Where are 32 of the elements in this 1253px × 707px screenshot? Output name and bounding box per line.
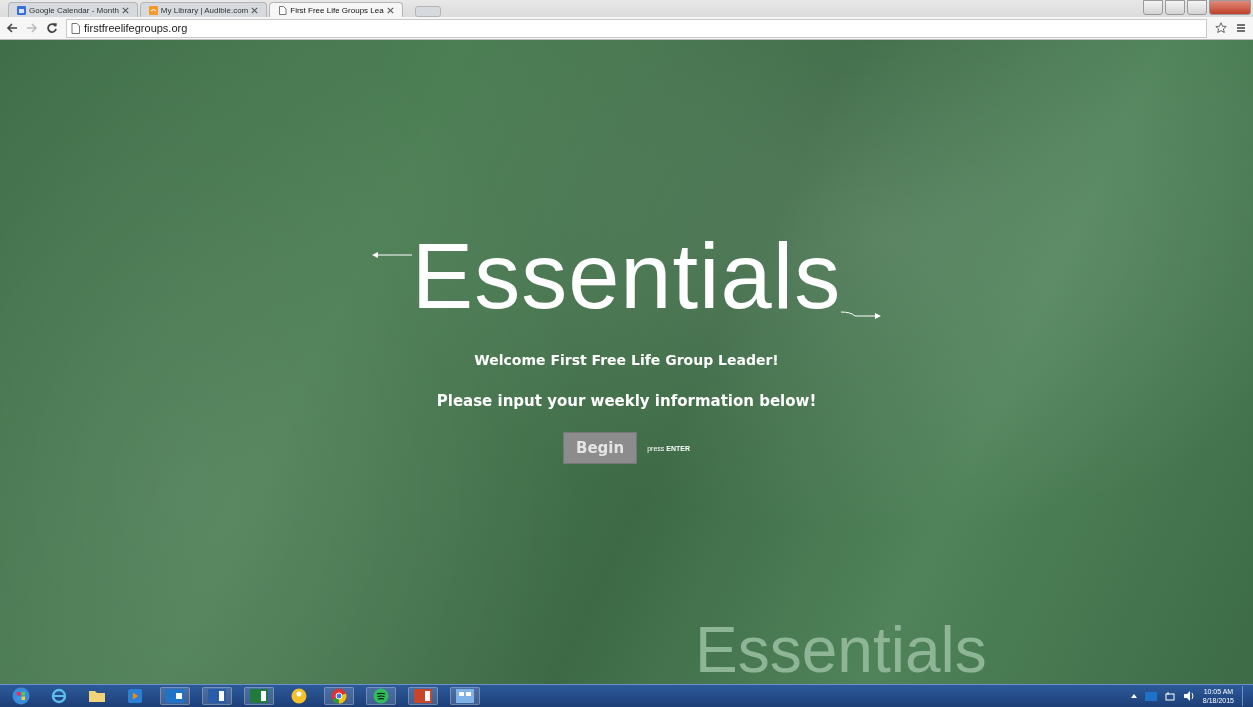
page-icon	[71, 22, 80, 34]
logo-text: Essentials	[411, 230, 842, 322]
network-app-icon[interactable]	[450, 687, 480, 705]
restore-button[interactable]	[1187, 0, 1207, 15]
page-icon	[278, 5, 288, 15]
browser-tab[interactable]: My Library | Audible.com	[139, 2, 268, 17]
mail-app-icon[interactable]	[160, 687, 190, 705]
close-icon[interactable]	[251, 6, 259, 14]
arrow-swirl-drawing	[371, 252, 412, 258]
minimize-button[interactable]	[1165, 0, 1185, 15]
document-app-icon[interactable]	[202, 687, 232, 705]
url-text: firstfreelifegroups.org	[84, 22, 188, 34]
menu-icon[interactable]	[1235, 22, 1247, 34]
arrow-swirl-drawing	[841, 310, 882, 320]
tray-arrow-icon[interactable]	[1130, 693, 1137, 699]
star-icon[interactable]	[1215, 22, 1227, 34]
spreadsheet-app-icon[interactable]	[244, 687, 274, 705]
background-logo-text: Essentials	[695, 618, 987, 682]
slides-app-icon[interactable]	[408, 687, 438, 705]
music-app-icon[interactable]	[366, 687, 396, 705]
close-icon[interactable]	[121, 6, 129, 14]
welcome-text: Welcome First Free Life Group Leader!	[474, 352, 779, 368]
volume-icon[interactable]	[1183, 691, 1195, 701]
browser-tab[interactable]: Google Calendar - Month	[8, 2, 138, 17]
address-bar[interactable]: firstfreelifegroups.org	[66, 18, 1207, 38]
browser-tab[interactable]: First Free Life Groups Lea	[269, 2, 403, 17]
chrome-app-icon[interactable]	[324, 687, 354, 705]
instruction-text: Please input your weekly information below!	[436, 392, 817, 410]
close-icon[interactable]	[386, 6, 394, 14]
calendar-icon	[17, 5, 26, 15]
reload-icon[interactable]	[46, 22, 58, 34]
back-icon[interactable]	[6, 22, 18, 34]
